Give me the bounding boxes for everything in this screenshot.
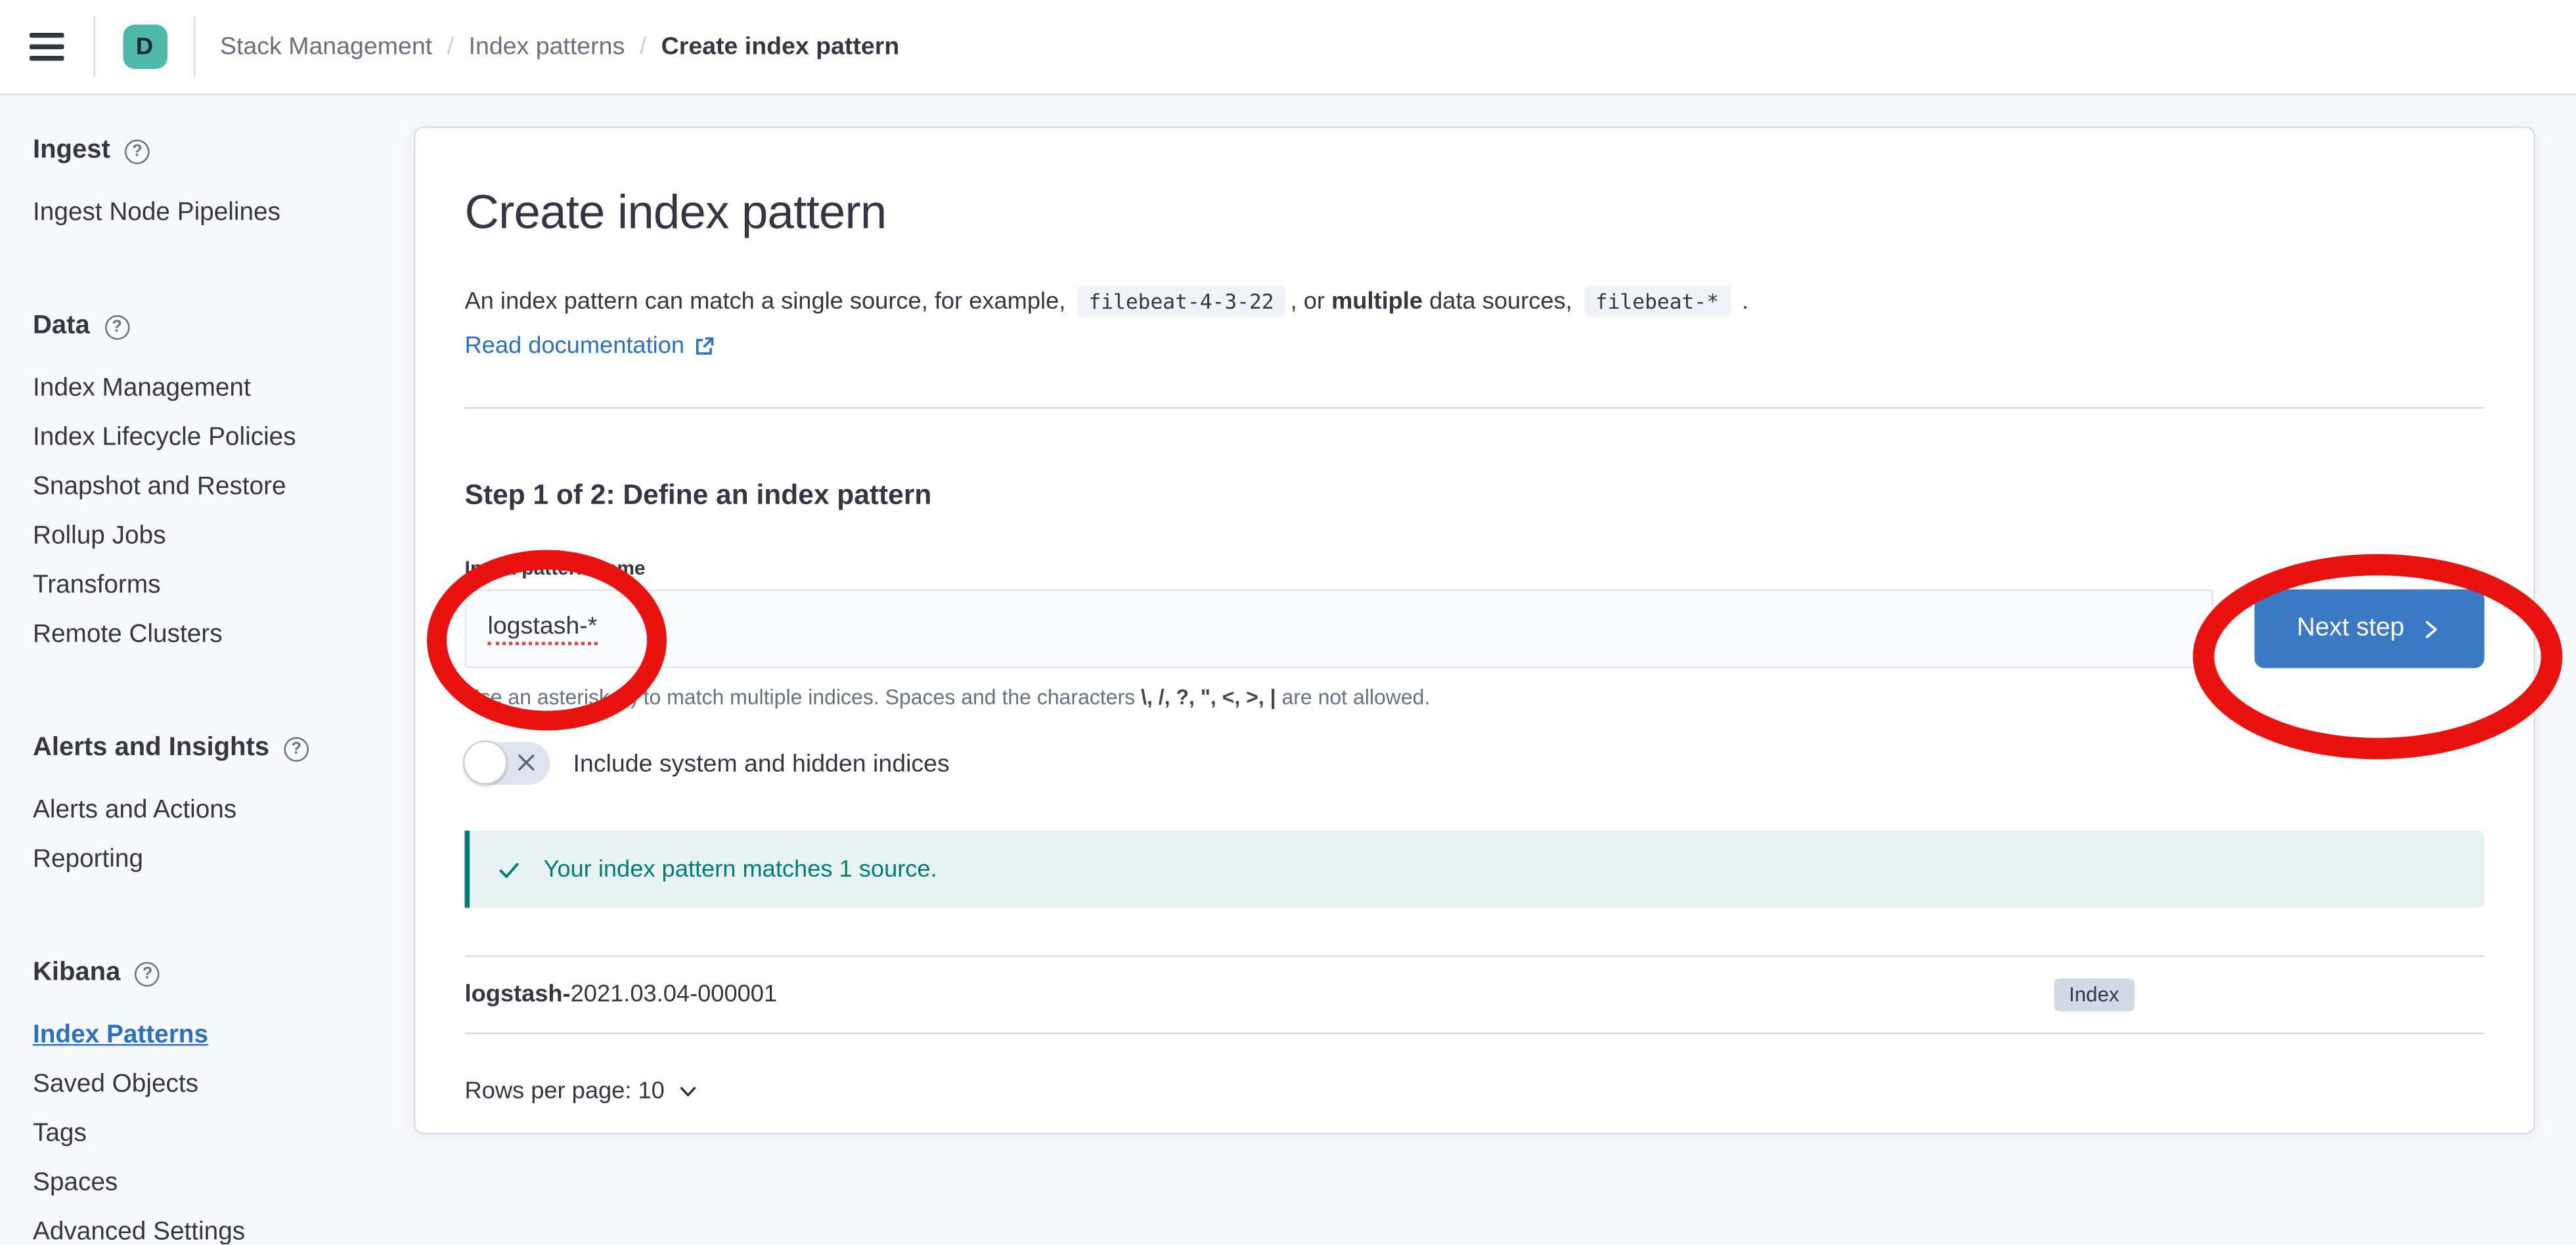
help-text: Use an asterisk (: [465, 685, 623, 710]
help-icon[interactable]: ?: [135, 961, 160, 986]
description-text: , or: [1291, 289, 1331, 315]
input-help-text: Use an asterisk (*) to match multiple in…: [465, 685, 2485, 710]
sidebar-item-alerts-and-actions[interactable]: Alerts and Actions: [33, 787, 414, 836]
section-divider: [465, 407, 2485, 409]
check-icon: [496, 856, 522, 883]
success-callout-text: Your index pattern matches 1 source.: [544, 856, 937, 883]
sidebar-item-reporting[interactable]: Reporting: [33, 836, 414, 885]
include-hidden-indices-toggle[interactable]: [465, 742, 550, 785]
breadcrumb-separator: /: [447, 33, 454, 61]
sidebar-item-spaces[interactable]: Spaces: [33, 1159, 414, 1208]
index-name: logstash-2021.03.04-000001: [465, 982, 2054, 1008]
header-divider: [194, 16, 196, 77]
sidebar-item-index-lifecycle-policies[interactable]: Index Lifecycle Policies: [33, 414, 414, 463]
create-index-pattern-panel: Create index pattern An index pattern ca…: [414, 127, 2535, 1135]
sidebar-item-ingest-node-pipelines[interactable]: Ingest Node Pipelines: [33, 189, 414, 238]
code-example-wildcard: filebeat-*: [1584, 286, 1730, 317]
help-text: are not allowed.: [1276, 685, 1431, 710]
rows-per-page-label: Rows per page: 10: [465, 1079, 665, 1105]
description-text: data sources,: [1423, 289, 1579, 315]
index-pattern-input[interactable]: logstash-*: [465, 590, 2214, 668]
next-step-button[interactable]: Next step: [2255, 590, 2485, 668]
breadcrumb-separator: /: [640, 33, 646, 61]
page-description: An index pattern can match a single sour…: [465, 284, 2485, 320]
help-text: ) to match multiple indices. Spaces and …: [631, 685, 1141, 710]
hamburger-icon: [30, 33, 64, 60]
breadcrumb-index-patterns[interactable]: Index patterns: [469, 33, 625, 61]
description-text: .: [1735, 289, 1748, 315]
sidebar-section-data: Data ? Index Management Index Lifecycle …: [33, 311, 414, 661]
sidebar-item-remote-clusters[interactable]: Remote Clusters: [33, 611, 414, 660]
sidebar-item-saved-objects[interactable]: Saved Objects: [33, 1060, 414, 1110]
next-step-label: Next step: [2297, 614, 2405, 644]
sidebar-item-snapshot-and-restore[interactable]: Snapshot and Restore: [33, 463, 414, 512]
index-pattern-input-value: logstash-*: [488, 613, 598, 645]
index-type-badge: Index: [2054, 978, 2134, 1011]
read-documentation-label: Read documentation: [465, 334, 685, 360]
index-pattern-name-label: Index pattern name: [465, 557, 2485, 580]
breadcrumb-stack-management[interactable]: Stack Management: [220, 33, 432, 61]
breadcrumb: Stack Management / Index patterns / Crea…: [220, 33, 899, 61]
sidebar-item-rollup-jobs[interactable]: Rollup Jobs: [33, 512, 414, 561]
sidebar-section-title: Alerts and Insights: [33, 734, 269, 764]
sidebar-item-advanced-settings[interactable]: Advanced Settings: [33, 1208, 414, 1245]
success-callout: Your index pattern matches 1 source.: [465, 831, 2485, 908]
include-hidden-indices-label: Include system and hidden indices: [573, 749, 950, 777]
index-name-rest: 2021.03.04-000001: [571, 982, 777, 1008]
matching-sources-table: logstash-2021.03.04-000001 Index: [465, 955, 2485, 1034]
sidebar-section-ingest: Ingest ? Ingest Node Pipelines: [33, 135, 414, 238]
sidebar-section-title: Kibana: [33, 959, 120, 988]
read-documentation-link[interactable]: Read documentation: [465, 334, 715, 360]
kibana-create-index-pattern-page: D Stack Management / Index patterns / Cr…: [0, 0, 2576, 1245]
menu-button[interactable]: [0, 0, 94, 94]
description-bold: multiple: [1331, 289, 1423, 315]
external-link-icon: [694, 337, 714, 357]
sidebar-item-index-patterns[interactable]: Index Patterns: [33, 1011, 414, 1060]
help-icon[interactable]: ?: [125, 139, 150, 164]
management-sidebar: Ingest ? Ingest Node Pipelines Data ? In…: [0, 94, 414, 1245]
sidebar-section-kibana: Kibana ? Index Patterns Saved Objects Ta…: [33, 957, 414, 1245]
step-heading: Step 1 of 2: Define an index pattern: [465, 479, 2485, 512]
sidebar-item-transforms[interactable]: Transforms: [33, 561, 414, 611]
help-asterisk: *: [623, 685, 631, 710]
sidebar-item-tags[interactable]: Tags: [33, 1110, 414, 1159]
chevron-right-icon: [2421, 618, 2443, 640]
space-selector[interactable]: D: [95, 25, 194, 70]
rows-per-page-button[interactable]: Rows per page: 10: [465, 1079, 700, 1105]
sidebar-section-title: Ingest: [33, 137, 110, 166]
index-name-match: logstash-: [465, 982, 571, 1008]
toggle-knob: [463, 741, 508, 785]
app-header: D Stack Management / Index patterns / Cr…: [0, 0, 2576, 95]
sidebar-section-alerts-insights: Alerts and Insights ? Alerts and Actions…: [33, 732, 414, 885]
help-icon[interactable]: ?: [284, 736, 309, 761]
sidebar-item-index-management[interactable]: Index Management: [33, 364, 414, 414]
page-title: Create index pattern: [465, 186, 2485, 242]
code-example-single: filebeat-4-3-22: [1077, 286, 1285, 317]
cross-icon: [514, 751, 539, 775]
help-icon[interactable]: ?: [104, 315, 129, 339]
include-hidden-indices-row: Include system and hidden indices: [465, 742, 2485, 785]
description-text: An index pattern can match a single sour…: [465, 289, 1073, 315]
index-pattern-form-row: logstash-* Next step: [465, 590, 2485, 668]
sidebar-section-title: Data: [33, 312, 90, 341]
table-row[interactable]: logstash-2021.03.04-000001 Index: [465, 955, 2485, 1034]
breadcrumb-current-page: Create index pattern: [661, 33, 900, 61]
space-avatar[interactable]: D: [122, 25, 167, 70]
help-forbidden-chars: \, /, ?, ", <, >, |: [1141, 685, 1276, 710]
chevron-down-icon: [676, 1080, 699, 1103]
